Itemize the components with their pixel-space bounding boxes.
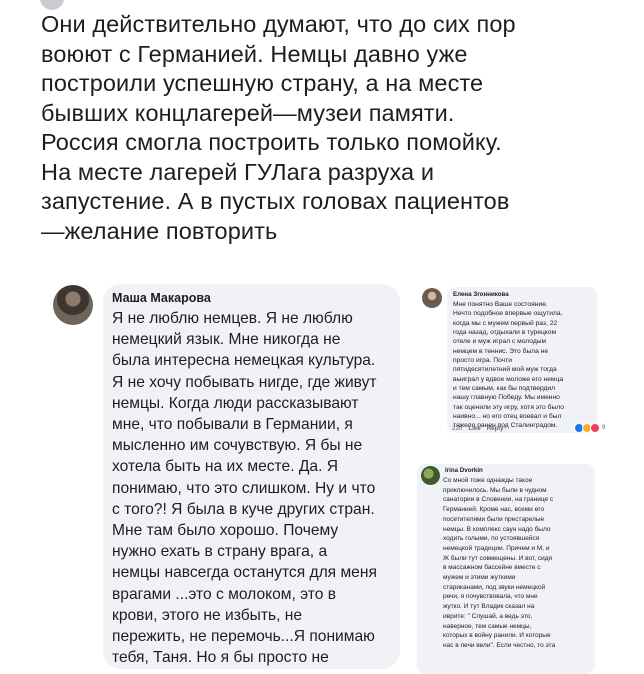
reaction-count: 9 [602,425,606,431]
comment-author[interactable]: Маша Макарова [112,291,211,305]
avatar[interactable] [421,466,440,485]
avatar [40,0,64,10]
comment-time[interactable]: 22h [452,425,462,432]
comment-bubble: Елена Згонникова Мне понятно Ваше состоя… [447,287,597,433]
avatar[interactable] [53,285,93,325]
comment-author[interactable]: Irina Dvorkin [445,467,483,474]
comment-text: Мне понятно Ваше состояние. Нечто подобн… [453,301,564,430]
comment-bubble: Маша Макарова Я не люблю немцев. Я не лю… [103,284,400,669]
reply-button[interactable]: Reply [487,425,504,432]
reactions[interactable]: 9 [574,423,605,433]
like-button[interactable]: Like [468,425,480,432]
comment-author[interactable]: Елена Згонникова [453,291,509,298]
post-text: Они действительно думают, что до сих пор… [41,11,516,244]
comment-text: Со мной тоже однажды такое приключилось.… [443,477,556,649]
comment-text: Я не люблю немцев. Я не люблю немецкий я… [112,310,377,667]
comment-meta: 22h Like Reply [452,425,504,432]
avatar[interactable] [422,288,442,308]
love-reaction-icon [590,423,600,433]
comment-bubble: Irina Dvorkin Со мной тоже однажды такое… [417,464,595,674]
